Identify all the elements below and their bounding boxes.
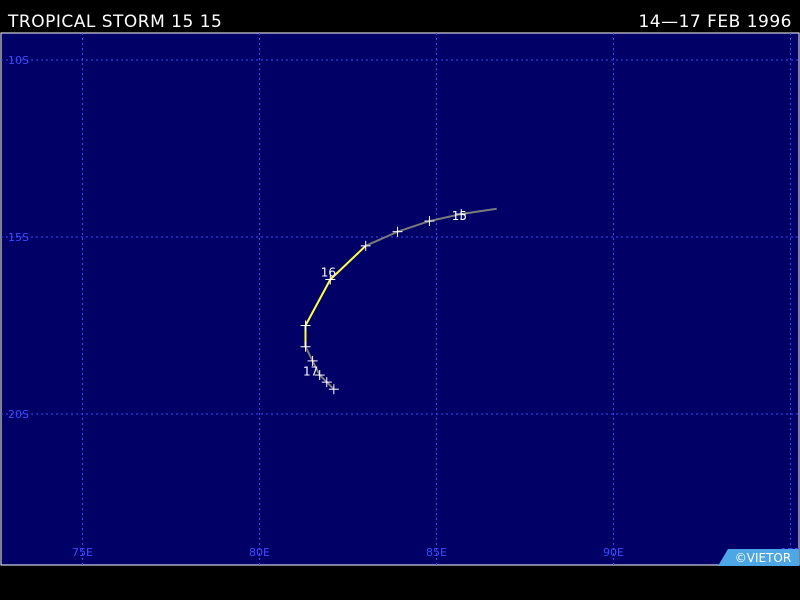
- track-day-label: 16: [321, 265, 336, 279]
- latitude-label: 20S: [8, 408, 29, 421]
- credit-text: ©VIETOR: [735, 551, 791, 565]
- credit-badge: ©VIETOR: [718, 549, 799, 566]
- longitude-label: 75E: [72, 546, 93, 559]
- latitude-label: 15S: [8, 231, 29, 244]
- longitude-label: 80E: [249, 546, 270, 559]
- map-background: [0, 32, 800, 566]
- track-day-label: 15: [452, 209, 467, 223]
- storm-track-map: 10S15S20S75E80E85E90E95E151617©VIETOR: [0, 32, 800, 566]
- latitude-label: 10S: [8, 54, 29, 67]
- track-day-label: 17: [303, 365, 318, 379]
- longitude-label: 90E: [603, 546, 624, 559]
- longitude-label: 85E: [426, 546, 447, 559]
